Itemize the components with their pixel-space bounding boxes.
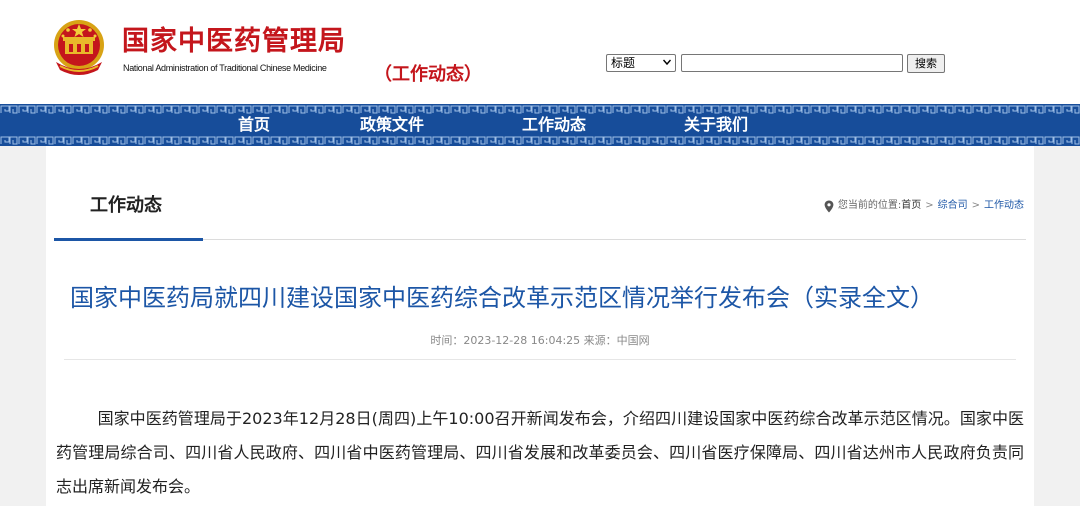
fret-pattern-decoration: [0, 134, 1080, 145]
meta-divider: [64, 359, 1016, 360]
nav-item-policy[interactable]: 政策文件: [360, 115, 424, 135]
article-paragraph: 国家中医药管理局于2023年12月28日(周四)上午10:00召开新闻发布会，介…: [56, 409, 1024, 496]
nav-item-news[interactable]: 工作动态: [522, 115, 586, 135]
chevron-down-icon: [663, 59, 671, 66]
site-header: 国家中医药管理局 National Administration of Trad…: [0, 0, 1080, 104]
heading-underline: [54, 238, 203, 241]
section-tag: （工作动态）: [374, 64, 482, 85]
search-field-select[interactable]: 标题: [606, 54, 676, 72]
article-meta: 时间：2023-12-28 16:04:25 来源：中国网: [430, 334, 650, 347]
nav-item-home[interactable]: 首页: [238, 115, 270, 135]
location-pin-icon: [824, 200, 834, 212]
nav-item-about[interactable]: 关于我们: [684, 115, 748, 135]
breadcrumb: 您当前的位置: 首页 > 综合司 > 工作动态: [824, 198, 1024, 214]
fret-pattern-decoration: [0, 104, 1080, 115]
search-input[interactable]: [681, 54, 903, 72]
breadcrumb-prefix: 您当前的位置:: [837, 200, 902, 211]
page-title: 工作动态: [90, 195, 162, 216]
breadcrumb-item-current[interactable]: 工作动态: [984, 198, 1024, 214]
search-button[interactable]: 搜索: [907, 54, 945, 73]
breadcrumb-separator: >: [971, 200, 980, 211]
site-subtitle: National Administration of Traditional C…: [123, 63, 327, 73]
article-title: 国家中医药局就四川建设国家中医药综合改革示范区情况举行发布会（实录全文）: [70, 284, 934, 312]
main-nav: 首页 政策文件 工作动态 关于我们: [0, 104, 1080, 146]
site-title[interactable]: 国家中医药管理局: [122, 26, 346, 58]
breadcrumb-item-department[interactable]: 综合司: [938, 198, 968, 214]
breadcrumb-item-home[interactable]: 首页: [901, 198, 921, 214]
content-card: 工作动态 您当前的位置: 首页 > 综合司 > 工作动态 国家中医药局就四川建设…: [46, 146, 1034, 506]
breadcrumb-separator: >: [925, 200, 934, 211]
national-emblem-icon: [54, 20, 104, 75]
search-field-value: 标题: [611, 56, 636, 70]
